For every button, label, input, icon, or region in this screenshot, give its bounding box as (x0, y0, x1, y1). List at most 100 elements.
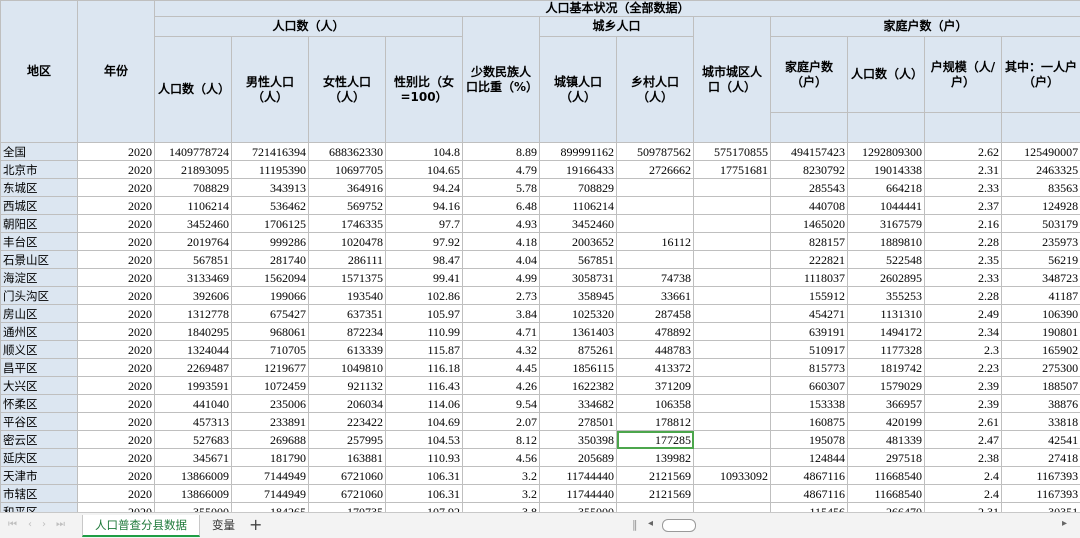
cell-hh-size[interactable]: 2.37 (924, 196, 1002, 215)
cell-minority[interactable]: 5.78 (462, 178, 540, 197)
horizontal-scrollbar[interactable]: ◂ ▸ (646, 518, 1076, 532)
cell-male[interactable]: 536462 (231, 196, 309, 215)
region-cell[interactable]: 大兴区 (0, 376, 78, 395)
cell-female[interactable]: 613339 (308, 340, 386, 359)
cell-male[interactable]: 1219677 (231, 358, 309, 377)
table-row[interactable]: 平谷区 2020 457313 233891 223422 104.69 2.07 27850… (0, 412, 1080, 431)
region-cell[interactable]: 东城区 (0, 178, 78, 197)
cell-town[interactable]: 278501 (539, 412, 617, 431)
table-row[interactable]: 昌平区 2020 2269487 1219677 1049810 116.18 4.45 18… (0, 358, 1080, 377)
cell-hh-single[interactable]: 30351 (1000, 502, 1080, 512)
header-group-urban-rural[interactable]: 城乡人口 (539, 16, 694, 37)
cell-minority[interactable]: 4.79 (462, 160, 540, 179)
header-household-population[interactable]: 人口数（人） (847, 36, 925, 113)
region-cell[interactable]: 石景山区 (0, 250, 78, 269)
table-row[interactable]: 全国 2020 1409778724 721416394 688362330 104.8 8… (0, 142, 1080, 161)
cell-minority[interactable]: 3.8 (462, 502, 540, 512)
cell-ratio[interactable]: 116.18 (385, 358, 463, 377)
year-cell[interactable]: 2020 (77, 250, 155, 269)
cell-female[interactable]: 257995 (308, 430, 386, 449)
cell-hh-count[interactable]: 153338 (770, 394, 848, 413)
cell-male[interactable]: 1706125 (231, 214, 309, 233)
cell-town[interactable]: 19166433 (539, 160, 617, 179)
cell-ratio[interactable]: 114.06 (385, 394, 463, 413)
cell-town[interactable]: 899991162 (539, 142, 617, 161)
cell-hh-single[interactable]: 41187 (1000, 286, 1080, 305)
scroll-right-icon[interactable]: ▸ (1062, 518, 1067, 529)
cell-ratio[interactable]: 99.41 (385, 268, 463, 287)
region-cell[interactable]: 和平区 (0, 502, 78, 512)
cell-minority[interactable]: 3.84 (462, 304, 540, 323)
cell-total[interactable]: 1106214 (154, 196, 232, 215)
header-blank-cell[interactable] (924, 112, 1002, 143)
cell-hh-size[interactable]: 2.33 (924, 178, 1002, 197)
cell-total[interactable]: 567851 (154, 250, 232, 269)
cell-hh-pop[interactable]: 1131310 (847, 304, 925, 323)
region-cell[interactable]: 朝阳区 (0, 214, 78, 233)
cell-town[interactable]: 11744440 (539, 484, 617, 503)
cell-town[interactable]: 3058731 (539, 268, 617, 287)
year-cell[interactable]: 2020 (77, 376, 155, 395)
header-minority-share[interactable]: 少数民族人口比重（%） (462, 16, 540, 143)
cell-hh-size[interactable]: 2.23 (924, 358, 1002, 377)
cell-hh-size[interactable]: 2.28 (924, 286, 1002, 305)
cell-hh-count[interactable]: 440708 (770, 196, 848, 215)
cell-ratio[interactable]: 104.53 (385, 430, 463, 449)
cell-hh-count[interactable]: 8230792 (770, 160, 848, 179)
cell-total[interactable]: 2269487 (154, 358, 232, 377)
table-row[interactable]: 北京市 2020 21893095 11195390 10697705 104.65 4.7… (0, 160, 1080, 179)
cell-town[interactable]: 355000 (539, 502, 617, 512)
cell-male[interactable]: 11195390 (231, 160, 309, 179)
cell-hh-size[interactable]: 2.39 (924, 394, 1002, 413)
cell-hh-pop[interactable]: 1889810 (847, 232, 925, 251)
cell-hh-size[interactable]: 2.4 (924, 484, 1002, 503)
cell-hh-pop[interactable]: 11668540 (847, 484, 925, 503)
prev-sheet-icon[interactable]: ‹ (28, 519, 32, 530)
scroll-left-icon[interactable]: ◂ (648, 518, 653, 529)
table-row[interactable]: 房山区 2020 1312778 675427 637351 105.97 3.84 1025… (0, 304, 1080, 323)
cell-total[interactable]: 708829 (154, 178, 232, 197)
cell-minority[interactable]: 4.32 (462, 340, 540, 359)
cell-male[interactable]: 1072459 (231, 376, 309, 395)
cell-minority[interactable]: 4.99 (462, 268, 540, 287)
cell-town[interactable]: 567851 (539, 250, 617, 269)
region-cell[interactable]: 顺义区 (0, 340, 78, 359)
cell-hh-size[interactable]: 2.39 (924, 376, 1002, 395)
cell-female[interactable]: 206034 (308, 394, 386, 413)
cell-city[interactable] (693, 268, 771, 287)
cell-hh-size[interactable]: 2.38 (924, 448, 1002, 467)
header-household-size[interactable]: 户规模（人/户） (924, 36, 1002, 113)
cell-rural[interactable]: 287458 (616, 304, 694, 323)
cell-hh-single[interactable]: 1167393 (1000, 484, 1080, 503)
last-sheet-icon[interactable]: ⏭ (56, 519, 65, 530)
cell-city[interactable] (693, 196, 771, 215)
cell-town[interactable]: 334682 (539, 394, 617, 413)
cell-female[interactable]: 1020478 (308, 232, 386, 251)
cell-total[interactable]: 345671 (154, 448, 232, 467)
cell-hh-single[interactable]: 106390 (1000, 304, 1080, 323)
header-town-population[interactable]: 城镇人口（人） (539, 36, 617, 143)
header-blank-cell[interactable] (847, 112, 925, 143)
cell-female[interactable]: 569752 (308, 196, 386, 215)
year-cell[interactable]: 2020 (77, 484, 155, 503)
cell-rural[interactable]: 139982 (616, 448, 694, 467)
header-male-population[interactable]: 男性人口（人） (231, 36, 309, 143)
cell-rural[interactable]: 177285 (616, 430, 694, 449)
cell-hh-size[interactable]: 2.31 (924, 160, 1002, 179)
cell-hh-single[interactable]: 190801 (1000, 322, 1080, 341)
table-row[interactable]: 密云区 2020 527683 269688 257995 104.53 8.12 35039… (0, 430, 1080, 449)
region-cell[interactable]: 密云区 (0, 430, 78, 449)
cell-male[interactable]: 7144949 (231, 484, 309, 503)
cell-minority[interactable]: 4.56 (462, 448, 540, 467)
cell-hh-size[interactable]: 2.31 (924, 502, 1002, 512)
cell-hh-single[interactable]: 42541 (1000, 430, 1080, 449)
region-cell[interactable]: 通州区 (0, 322, 78, 341)
region-cell[interactable]: 全国 (0, 142, 78, 161)
cell-female[interactable]: 872234 (308, 322, 386, 341)
cell-hh-count[interactable]: 660307 (770, 376, 848, 395)
table-row[interactable]: 延庆区 2020 345671 181790 163881 110.93 4.56 20568… (0, 448, 1080, 467)
cell-ratio[interactable]: 106.31 (385, 484, 463, 503)
year-cell[interactable]: 2020 (77, 268, 155, 287)
cell-rural[interactable] (616, 214, 694, 233)
cell-male[interactable]: 181790 (231, 448, 309, 467)
